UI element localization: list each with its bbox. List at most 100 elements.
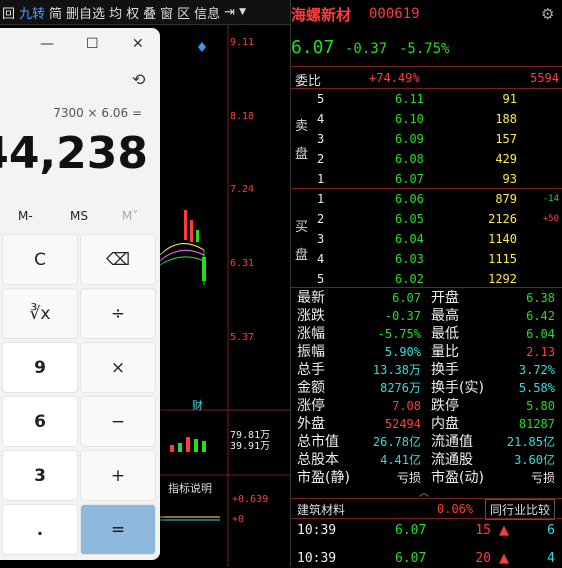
- tick-volume: 15: [475, 523, 491, 538]
- weibi-label: 委比: [295, 74, 322, 89]
- indicator-value: +0.639: [232, 494, 269, 505]
- calc-key[interactable]: −: [80, 396, 156, 447]
- book-level: 2: [317, 152, 325, 166]
- stat-value: 2.13: [526, 345, 555, 359]
- weibi-pct: +74.49%: [369, 71, 420, 85]
- book-level: 3: [317, 232, 325, 246]
- book-delta: -14: [542, 194, 559, 204]
- compare-button[interactable]: 同行业比较: [485, 499, 556, 520]
- calc-key[interactable]: ⌫: [80, 234, 156, 285]
- minimize-icon[interactable]: —: [40, 36, 54, 52]
- stat-label: 内盘: [431, 416, 459, 432]
- book-volume: 188: [495, 112, 517, 126]
- calc-key[interactable]: ÷: [80, 288, 156, 339]
- book-level: 4: [317, 252, 325, 266]
- toolbar-item[interactable]: 简: [47, 3, 64, 22]
- book-price: 6.08: [395, 152, 424, 166]
- sector-pct: 0.06%: [437, 502, 474, 516]
- stat-label: 总股本: [297, 452, 339, 468]
- book-volume: 1140: [488, 232, 517, 246]
- toolbar-item[interactable]: 权: [124, 3, 141, 22]
- price-change: -0.37: [345, 41, 388, 57]
- toolbar-item[interactable]: 删自选: [64, 3, 107, 22]
- stat-value: 3.72%: [518, 363, 555, 377]
- sell-label: 卖: [295, 119, 309, 134]
- settings-gear-icon[interactable]: ⚙: [541, 5, 554, 23]
- calc-key[interactable]: 6: [2, 396, 78, 447]
- stat-label: 量比: [431, 344, 459, 360]
- calc-expression: 7300 × 6.06 =: [53, 106, 142, 120]
- volume-label: 39.91万: [230, 441, 271, 452]
- dropdown-icon[interactable]: ▼: [237, 7, 248, 17]
- stat-value: 7.08: [392, 399, 421, 413]
- toolbar-item[interactable]: 窗: [158, 3, 175, 22]
- book-level: 5: [317, 272, 325, 286]
- buy-label: 买: [295, 220, 309, 235]
- book-price: 6.04: [395, 232, 424, 246]
- stat-value: 6.04: [526, 327, 555, 341]
- stat-label: 涨停: [297, 398, 325, 414]
- stat-label: 开盘: [431, 290, 459, 306]
- price-level: 6.31: [230, 258, 255, 269]
- kline-chart[interactable]: 9.11 8.18 7.24 6.31 5.37 财 79.81万 39.91万…: [160, 25, 290, 567]
- last-price: 6.07: [291, 37, 335, 58]
- finance-marker[interactable]: 财: [192, 397, 203, 413]
- book-volume: 879: [495, 192, 517, 206]
- tick-count: 4: [547, 551, 555, 566]
- calc-key[interactable]: 9: [2, 342, 78, 393]
- stat-label: 总市值: [297, 434, 339, 450]
- stat-value: 亏损: [396, 471, 421, 485]
- toolbar-item[interactable]: 区: [175, 3, 192, 22]
- book-volume: 91: [502, 92, 517, 106]
- close-icon[interactable]: ✕: [132, 36, 144, 52]
- pin-icon[interactable]: ⇥: [222, 5, 237, 20]
- toolbar-item-active[interactable]: 九转: [17, 3, 47, 22]
- stock-name: 海螺新材: [291, 6, 352, 24]
- calc-key[interactable]: ×: [80, 342, 156, 393]
- stat-value: 26.78亿: [372, 435, 421, 449]
- collapse-icon[interactable]: ︿: [419, 484, 429, 499]
- stat-value: 3.60亿: [514, 453, 555, 467]
- book-price: 6.03: [395, 252, 424, 266]
- book-volume: 157: [495, 132, 517, 146]
- stat-value: 6.38: [526, 291, 555, 305]
- calc-key[interactable]: C: [2, 234, 78, 285]
- stat-value: 6.07: [392, 291, 421, 305]
- toolbar-item[interactable]: 均: [107, 3, 124, 22]
- calc-key[interactable]: +: [80, 450, 156, 501]
- memory-list-button[interactable]: M˅: [122, 209, 138, 223]
- marker-diamond: [198, 42, 206, 52]
- stat-label: 振幅: [297, 344, 325, 360]
- calc-key[interactable]: ∛x: [2, 288, 78, 339]
- stat-value: 81287: [518, 417, 555, 431]
- toolbar-item[interactable]: 回: [0, 3, 17, 22]
- sector-name[interactable]: 建筑材料: [297, 501, 345, 518]
- calc-key[interactable]: =: [80, 504, 156, 555]
- indicator-value: +0: [232, 514, 245, 525]
- toolbar-item[interactable]: 信息: [192, 3, 222, 22]
- stat-label: 最新: [297, 290, 325, 306]
- calc-key[interactable]: 3: [2, 450, 78, 501]
- top-toolbar: 回 九转 简 删自选 均 权 叠 窗 区 信息 ⇥ ▼: [0, 0, 290, 25]
- stat-value: 5.80: [526, 399, 555, 413]
- stat-label: 最高: [431, 308, 459, 324]
- tick-volume: 20: [475, 551, 491, 566]
- maximize-icon[interactable]: ☐: [86, 36, 99, 52]
- history-icon[interactable]: ⟲: [132, 70, 145, 89]
- stat-label: 涨幅: [297, 326, 325, 342]
- book-volume: 2126: [488, 212, 517, 226]
- stat-label: 总手: [297, 362, 325, 378]
- tick-count: 6: [547, 523, 555, 538]
- memory-store-button[interactable]: MS: [70, 209, 88, 223]
- stat-label: 金额: [297, 380, 325, 396]
- stat-value: 8276万: [380, 381, 421, 395]
- book-price: 6.02: [395, 272, 424, 286]
- price-level: 5.37: [230, 332, 255, 343]
- toolbar-item[interactable]: 叠: [141, 3, 158, 22]
- indicator-explain-button[interactable]: 指标说明: [168, 480, 212, 496]
- stat-value: -5.75%: [377, 327, 421, 341]
- stat-label: 涨跌: [297, 308, 325, 324]
- stat-label: 换手: [431, 362, 459, 378]
- memory-minus-button[interactable]: M-: [18, 209, 33, 223]
- calc-key[interactable]: .: [2, 504, 78, 555]
